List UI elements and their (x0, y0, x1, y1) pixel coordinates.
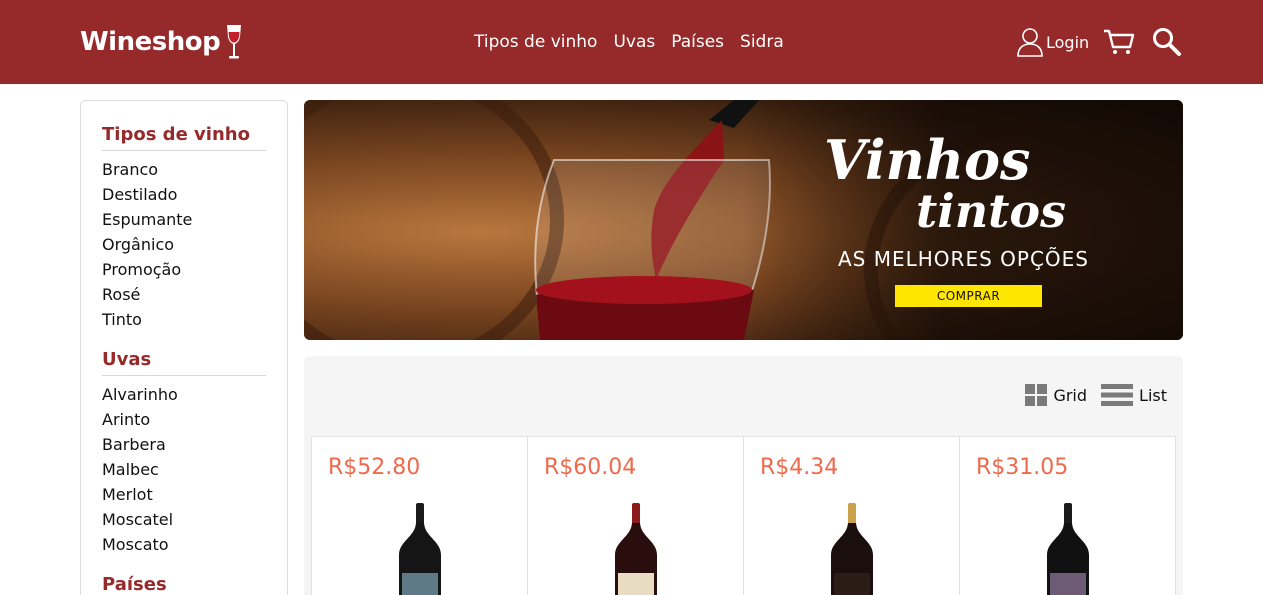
sidebar-item-branco[interactable]: Branco (102, 157, 266, 182)
list-label: List (1139, 385, 1167, 405)
sidebar-title: Uvas (102, 348, 266, 376)
grid-view-button[interactable]: Grid (1025, 384, 1087, 406)
wine-bottle-image (1046, 503, 1089, 595)
sidebar-item-malbec[interactable]: Malbec (102, 457, 266, 482)
promo-banner[interactable]: Vinhos tintos AS MELHORES OPÇÕES COMPRAR (304, 100, 1183, 340)
cart-icon[interactable] (1103, 28, 1135, 56)
view-toggle: Grid List (1025, 384, 1167, 406)
sidebar-item-moscatel[interactable]: Moscatel (102, 507, 266, 532)
nav-sidra[interactable]: Sidra (740, 30, 784, 54)
sidebar-list: Alvarinho Arinto Barbera Malbec Merlot M… (102, 382, 266, 557)
grid-icon (1025, 384, 1048, 406)
user-icon (1017, 28, 1043, 57)
wine-bottle-image (614, 503, 657, 595)
sidebar-item-barbera[interactable]: Barbera (102, 432, 266, 457)
sidebar-list: Branco Destilado Espumante Orgânico Prom… (102, 157, 266, 332)
sidebar-group-uvas: Uvas Alvarinho Arinto Barbera Malbec Mer… (102, 348, 266, 557)
logo[interactable]: Wineshop (80, 22, 244, 62)
nav-tipos-de-vinho[interactable]: Tipos de vinho (474, 30, 597, 54)
banner-subtitle: AS MELHORES OPÇÕES (838, 247, 1089, 271)
grid-label: Grid (1053, 385, 1088, 405)
banner-title-line2: tintos (916, 184, 1066, 238)
sidebar-item-espumante[interactable]: Espumante (102, 207, 266, 232)
product-card[interactable]: R$31.05 (960, 437, 1175, 595)
sidebar-item-rose[interactable]: Rosé (102, 282, 266, 307)
login-link[interactable]: Login (1016, 27, 1089, 57)
login-label: Login (1046, 32, 1090, 52)
site-header: Wineshop Tipos de vinho Uvas Países Sidr… (0, 0, 1263, 84)
logo-text: Wineshop (80, 27, 221, 57)
sidebar-item-destilado[interactable]: Destilado (102, 182, 266, 207)
comprar-button[interactable]: COMPRAR (895, 285, 1042, 307)
nav-uvas[interactable]: Uvas (613, 30, 655, 54)
main-nav: Tipos de vinho Uvas Países Sidra (474, 30, 784, 54)
sidebar-group-paises: Países (102, 573, 266, 595)
banner-title-line1: Vinhos (824, 128, 1031, 192)
product-card[interactable]: R$60.04 (528, 437, 744, 595)
list-icon (1101, 384, 1134, 406)
sidebar-title: Países (102, 573, 266, 595)
sidebar-item-organico[interactable]: Orgânico (102, 232, 266, 257)
product-price: R$60.04 (544, 455, 637, 480)
sidebar-item-tinto[interactable]: Tinto (102, 307, 266, 332)
sidebar-item-arinto[interactable]: Arinto (102, 407, 266, 432)
product-price: R$52.80 (328, 455, 421, 480)
list-view-button[interactable]: List (1101, 384, 1167, 406)
product-card[interactable]: R$52.80 (312, 437, 528, 595)
wine-bottle-image (830, 503, 873, 595)
sidebar-item-promocao[interactable]: Promoção (102, 257, 266, 282)
product-price: R$31.05 (976, 455, 1069, 480)
sidebar-group-tipos: Tipos de vinho Branco Destilado Espumant… (102, 123, 266, 332)
wine-bottle-image (398, 503, 441, 595)
product-card[interactable]: R$4.34 (744, 437, 960, 595)
category-sidebar: Tipos de vinho Branco Destilado Espumant… (80, 100, 288, 595)
products-panel: Grid List R$52.80 R$60.04 R$4.34 R$31.05 (304, 356, 1183, 595)
nav-paises[interactable]: Países (671, 30, 724, 54)
product-grid: R$52.80 R$60.04 R$4.34 R$31.05 (311, 436, 1176, 595)
product-price: R$4.34 (760, 455, 839, 480)
search-icon[interactable] (1152, 27, 1182, 57)
sidebar-item-merlot[interactable]: Merlot (102, 482, 266, 507)
sidebar-item-alvarinho[interactable]: Alvarinho (102, 382, 266, 407)
sidebar-item-moscato[interactable]: Moscato (102, 532, 266, 557)
sidebar-title: Tipos de vinho (102, 123, 266, 151)
wine-glass-icon (227, 25, 242, 59)
